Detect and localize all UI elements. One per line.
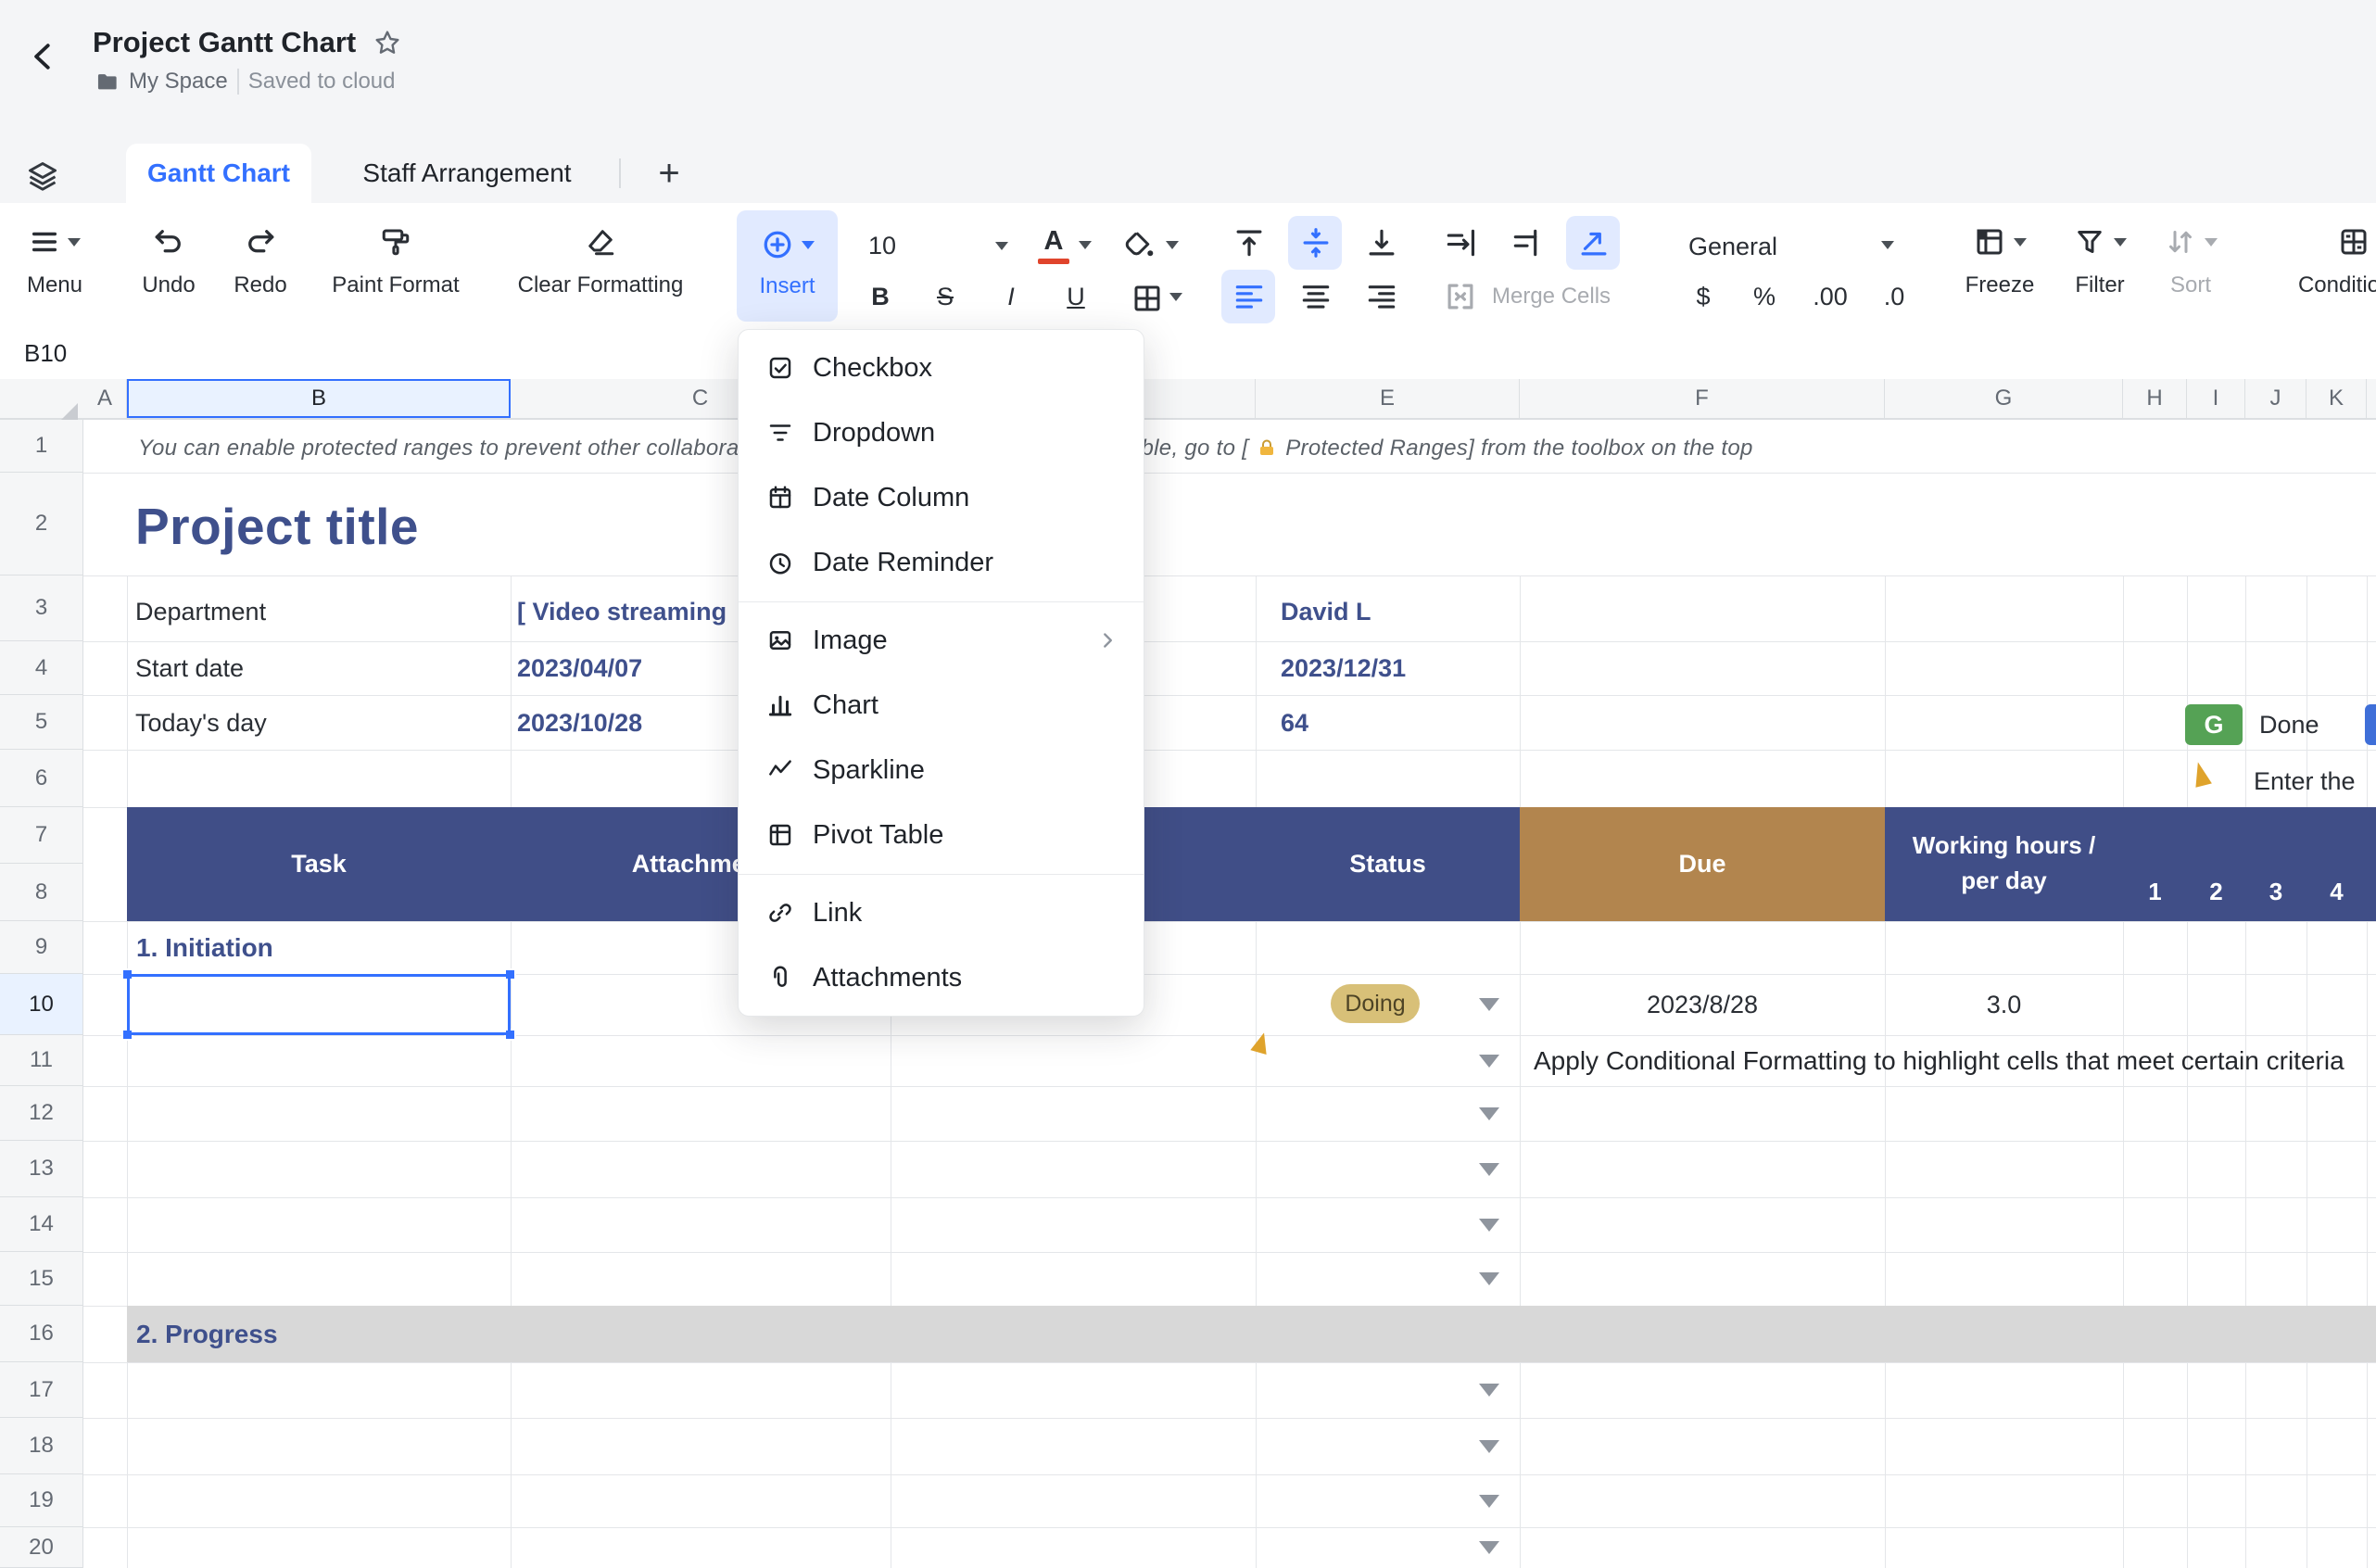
header-due: Due	[1520, 807, 1885, 921]
selected-cell-outline[interactable]	[127, 974, 511, 1035]
header-day: 4	[2306, 876, 2367, 907]
info-value: 64	[1281, 704, 1308, 741]
legend-label: Done	[2259, 710, 2319, 740]
section-band	[127, 1306, 2376, 1362]
menu-item-pivot-table[interactable]: Pivot Table	[739, 803, 1144, 867]
hint-text: Enter the	[2254, 765, 2356, 797]
cell-dropdown-caret[interactable]	[1479, 1107, 1499, 1120]
sparkline-icon	[766, 756, 794, 784]
menu-item-date-reminder[interactable]: Date Reminder	[739, 530, 1144, 595]
menu-item-label: Checkbox	[813, 353, 932, 384]
checkbox-icon	[766, 354, 794, 382]
header-working-hours: Working hours /	[1885, 828, 2123, 863]
menu-item-label: Sparkline	[813, 755, 925, 786]
menu-item-checkbox[interactable]: Checkbox	[739, 335, 1144, 400]
conditional-tip: Apply Conditional Formatting to highligh…	[1534, 1045, 2344, 1077]
chart-icon	[766, 691, 794, 719]
menu-item-label: Dropdown	[813, 418, 935, 449]
cell-dropdown-caret[interactable]	[1479, 998, 1499, 1011]
menu-separator	[739, 595, 1144, 608]
menu-item-label: Attachments	[813, 963, 962, 993]
menu-separator	[739, 867, 1144, 880]
status-badge-done: G	[2185, 704, 2243, 745]
header-working-hours: per day	[1885, 863, 2123, 898]
menu-item-label: Date Column	[813, 483, 969, 513]
header-day: 2	[2187, 876, 2245, 907]
due-cell: 2023/8/28	[1520, 988, 1885, 1021]
cell-dropdown-caret[interactable]	[1479, 1055, 1499, 1068]
cell-dropdown-caret[interactable]	[1479, 1541, 1499, 1554]
legend-chip-partial	[2365, 704, 2376, 745]
image-icon	[766, 626, 794, 654]
cell-dropdown-caret[interactable]	[1479, 1219, 1499, 1232]
protected-note-right: Protected Ranges] from the toolbox on th…	[1285, 436, 1752, 462]
header-task: Task	[127, 807, 511, 921]
chevron-right-icon	[1095, 628, 1119, 652]
cell-dropdown-caret[interactable]	[1479, 1384, 1499, 1397]
cell-dropdown-caret[interactable]	[1479, 1272, 1499, 1285]
status-pill-doing[interactable]: Doing	[1331, 984, 1420, 1023]
cell-dropdown-caret[interactable]	[1479, 1495, 1499, 1508]
section-title: 2. Progress	[136, 1310, 278, 1358]
info-label: Department	[135, 593, 266, 630]
menu-item-label: Link	[813, 898, 862, 929]
info-value: [ Video streaming	[517, 593, 727, 630]
section-title: 1. Initiation	[136, 927, 273, 968]
cell-dropdown-caret[interactable]	[1479, 1440, 1499, 1453]
menu-item-dropdown[interactable]: Dropdown	[739, 400, 1144, 465]
cell-dropdown-caret[interactable]	[1479, 1163, 1499, 1176]
date-column-icon	[766, 484, 794, 512]
dropdown-icon	[766, 419, 794, 447]
info-label: Today's day	[135, 704, 267, 741]
header-status: Status	[1256, 807, 1520, 921]
pivot-table-icon	[766, 821, 794, 849]
menu-item-label: Image	[813, 626, 888, 656]
paperclip-icon	[766, 964, 794, 992]
info-value: 2023/04/07	[517, 650, 642, 687]
project-title: Project title	[135, 492, 419, 561]
pointer-icon	[1250, 1031, 1271, 1055]
info-value: 2023/12/31	[1281, 650, 1406, 687]
menu-item-image[interactable]: Image	[739, 608, 1144, 673]
menu-item-attachments[interactable]: Attachments	[739, 945, 1144, 1010]
info-label: Start date	[135, 650, 244, 687]
menu-item-label: Date Reminder	[813, 548, 993, 578]
header-day: 1	[2123, 876, 2187, 907]
hours-cell: 3.0	[1885, 988, 2123, 1021]
info-value: 2023/10/28	[517, 704, 642, 741]
insert-menu: Checkbox Dropdown Date Column Date Remin…	[738, 329, 1144, 1017]
menu-item-date-column[interactable]: Date Column	[739, 465, 1144, 530]
header-day: 3	[2245, 876, 2306, 907]
menu-item-label: Chart	[813, 690, 878, 721]
menu-item-chart[interactable]: Chart	[739, 673, 1144, 738]
menu-item-sparkline[interactable]: Sparkline	[739, 738, 1144, 803]
lock-icon	[1256, 437, 1278, 460]
link-icon	[766, 899, 794, 927]
pointer-icon	[2190, 760, 2212, 788]
menu-item-link[interactable]: Link	[739, 880, 1144, 945]
clock-icon	[766, 549, 794, 576]
menu-item-label: Pivot Table	[813, 820, 943, 851]
sheet-content: You can enable protected ranges to preve…	[0, 0, 2376, 1568]
spreadsheet-app: Project Gantt Chart My Space Saved to cl…	[0, 0, 2376, 1568]
info-value: David L	[1281, 593, 1371, 630]
